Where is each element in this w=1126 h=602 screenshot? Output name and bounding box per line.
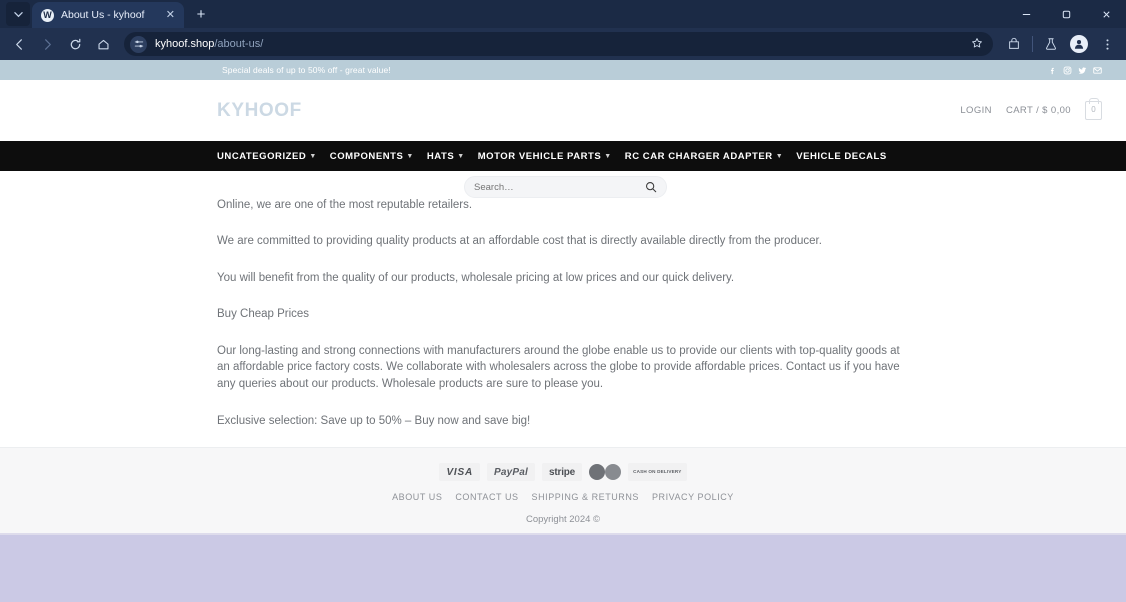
site-logo[interactable]: KYHOOF xyxy=(217,100,302,122)
search-box[interactable] xyxy=(464,176,667,198)
nav-item-components[interactable]: COMPONENTS ▼ xyxy=(330,151,414,162)
content-body: Online, we are one of the most reputable… xyxy=(217,197,911,430)
wordpress-icon: W xyxy=(41,8,54,22)
page-viewport: Special deals of up to 50% off - great v… xyxy=(0,60,1126,602)
labs-icon[interactable] xyxy=(1038,31,1064,57)
back-icon[interactable] xyxy=(6,31,32,57)
url-text: kyhoof.shop/about-us/ xyxy=(155,38,263,50)
window-controls xyxy=(1006,0,1126,28)
paragraph: We are committed to providing quality pr… xyxy=(217,235,822,248)
tune-icon[interactable] xyxy=(130,35,147,53)
nav-label: UNCATEGORIZED xyxy=(217,150,307,162)
profile-icon[interactable] xyxy=(1066,31,1092,57)
paragraph: You will benefit from the quality of our… xyxy=(217,271,735,284)
paragraph: Online, we are one of the most reputable… xyxy=(217,199,473,211)
site-header: KYHOOF LOGIN CART / $ 0,00 0 xyxy=(0,80,1126,198)
search-area xyxy=(464,176,667,198)
cart-link[interactable]: CART / $ 0,00 xyxy=(1006,105,1071,116)
star-icon[interactable] xyxy=(971,37,983,52)
forward-icon[interactable] xyxy=(34,31,60,57)
tab-strip: W About Us - kyhoof ✕ + xyxy=(0,0,1126,28)
footer-link-contact-us[interactable]: CONTACT US xyxy=(455,492,518,502)
close-window-button[interactable] xyxy=(1086,0,1126,28)
nav-label: HATS xyxy=(426,150,455,162)
url-domain: kyhoof.shop xyxy=(155,38,215,50)
nav-label: MOTOR VEHICLE PARTS xyxy=(477,150,602,162)
footer-link-about-us[interactable]: ABOUT US xyxy=(392,492,442,502)
footer-link-privacy-policy[interactable]: PRIVACY POLICY xyxy=(652,492,734,502)
promo-text: Special deals of up to 50% off - great v… xyxy=(222,65,391,75)
minimize-button[interactable] xyxy=(1006,0,1046,28)
more-menu-icon[interactable] xyxy=(1094,31,1120,57)
nav-item-vehicle-decals[interactable]: VEHICLE DECALS xyxy=(796,151,887,162)
footer-links: ABOUT US CONTACT US SHIPPING & RETURNS P… xyxy=(392,492,734,502)
stripe-icon: stripe xyxy=(542,463,583,481)
twitter-icon[interactable] xyxy=(1078,66,1087,75)
page-bottom-area xyxy=(0,535,1126,602)
search-icon[interactable] xyxy=(645,181,657,193)
search-input[interactable] xyxy=(474,181,645,193)
close-icon[interactable]: ✕ xyxy=(164,9,177,21)
paypal-icon: PayPal xyxy=(487,463,536,481)
reload-icon[interactable] xyxy=(62,31,88,57)
browser-tab[interactable]: W About Us - kyhoof ✕ xyxy=(32,2,184,28)
chevron-down-icon: ▼ xyxy=(406,152,414,160)
tab-title: About Us - kyhoof xyxy=(61,9,145,21)
nav-item-rc-car-charger-adapter[interactable]: RC CAR CHARGER ADAPTER ▼ xyxy=(625,151,783,162)
nav-label: RC CAR CHARGER ADAPTER xyxy=(624,150,773,162)
chevron-down-icon: ▼ xyxy=(775,152,784,160)
nav-item-hats[interactable]: HATS ▼ xyxy=(427,151,465,162)
paragraph: Exclusive selection: Save up to 50% – Bu… xyxy=(217,414,531,427)
site-footer: VISA PayPal stripe CASH ON DELIVERY ABOU… xyxy=(0,447,1126,533)
url-path: /about-us/ xyxy=(214,38,264,50)
cart-icon[interactable]: 0 xyxy=(1085,101,1102,120)
login-link[interactable]: LOGIN xyxy=(960,105,992,116)
account-area: LOGIN CART / $ 0,00 0 xyxy=(960,80,1102,141)
paragraph: Our long-lasting and strong connections … xyxy=(217,344,900,391)
social-links xyxy=(1048,60,1102,80)
chevron-down-icon: ▼ xyxy=(457,152,465,160)
address-bar[interactable]: kyhoof.shop/about-us/ xyxy=(124,32,993,56)
email-icon[interactable] xyxy=(1093,66,1102,75)
main-nav: UNCATEGORIZED ▼ COMPONENTS ▼ HATS ▼ MOTO… xyxy=(0,141,1126,171)
new-tab-button[interactable]: + xyxy=(190,3,212,25)
visa-icon: VISA xyxy=(439,463,480,481)
mastercard-icon xyxy=(589,463,622,481)
instagram-icon[interactable] xyxy=(1063,66,1072,75)
extensions-icon[interactable] xyxy=(1001,31,1027,57)
home-icon[interactable] xyxy=(90,31,116,57)
cart-count: 0 xyxy=(1091,105,1096,114)
chevron-down-icon: ▼ xyxy=(604,152,612,160)
promo-bar: Special deals of up to 50% off - great v… xyxy=(0,60,1126,80)
cash-on-delivery-icon: CASH ON DELIVERY xyxy=(628,463,687,481)
paragraph: Buy Cheap Prices xyxy=(217,308,310,321)
page-content: Online, we are one of the most reputable… xyxy=(0,171,1126,447)
avatar xyxy=(1070,35,1088,53)
maximize-button[interactable] xyxy=(1046,0,1086,28)
facebook-icon[interactable] xyxy=(1048,66,1057,75)
toolbar-divider xyxy=(1032,36,1033,52)
browser-toolbar: kyhoof.shop/about-us/ xyxy=(0,28,1126,60)
nav-label: COMPONENTS xyxy=(329,150,404,162)
nav-label: VEHICLE DECALS xyxy=(796,150,887,162)
nav-item-motor-vehicle-parts[interactable]: MOTOR VEHICLE PARTS ▼ xyxy=(478,151,612,162)
browser-window: W About Us - kyhoof ✕ + kyhoof.shop/abou… xyxy=(0,0,1126,602)
copyright-text: Copyright 2024 © xyxy=(525,514,601,525)
tab-search-icon[interactable] xyxy=(6,2,30,26)
toolbar-actions xyxy=(1001,31,1120,57)
chevron-down-icon: ▼ xyxy=(309,152,317,160)
footer-link-shipping-returns[interactable]: SHIPPING & RETURNS xyxy=(532,492,639,502)
nav-item-uncategorized[interactable]: UNCATEGORIZED ▼ xyxy=(217,151,317,162)
payment-methods: VISA PayPal stripe CASH ON DELIVERY xyxy=(439,463,687,481)
